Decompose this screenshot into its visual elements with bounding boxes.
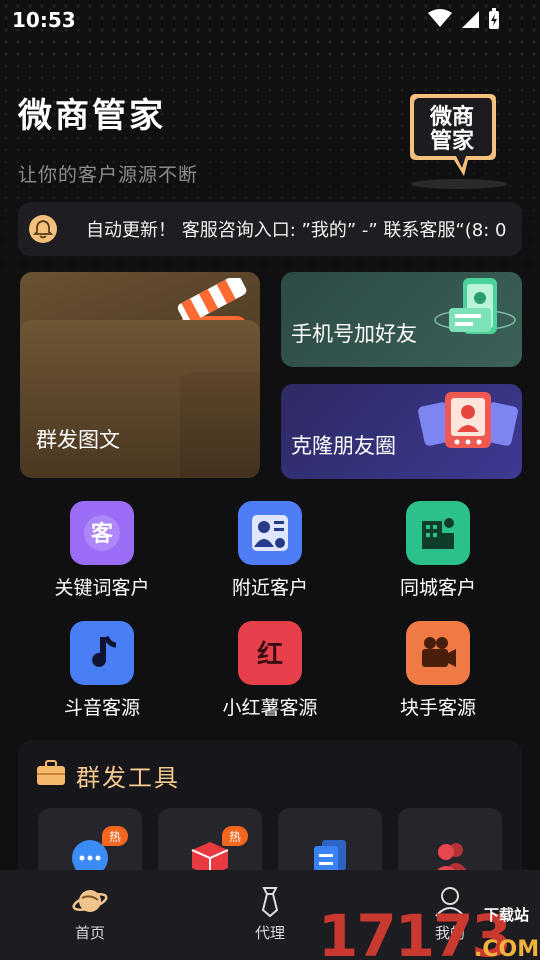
tab-agent[interactable]: 代理: [210, 884, 330, 943]
battery-icon: [489, 8, 499, 29]
feature-douyin-source[interactable]: 斗音客源: [18, 621, 186, 720]
feature-label: 块手客源: [399, 697, 476, 719]
page-subtitle: 让你的客户源源不断: [18, 164, 199, 186]
tab-agent-label: 代理: [254, 924, 285, 942]
page-title: 微商管家: [18, 96, 166, 136]
tie-icon: [261, 887, 279, 918]
group-send-card[interactable]: 群发图文: [20, 272, 260, 478]
feature-nearby-customer[interactable]: 附近客户: [186, 501, 354, 600]
nearby-customer-icon: [238, 501, 302, 565]
watermark-domain: .COM: [474, 937, 539, 960]
tools-title: 群发工具: [76, 764, 180, 792]
wifi-icon: [428, 9, 452, 27]
notice-text: 自动更新！ 客服咨询入口: ”我的” -” 联系客服“(8: 0: [86, 220, 507, 241]
status-bar: 10:53: [0, 0, 540, 38]
logo-text-bottom: 管家: [430, 128, 475, 154]
feature-xiaohongshu-source[interactable]: 红 小红薯客源: [186, 621, 354, 720]
feature-keyword-customer[interactable]: 客 关键词客户: [18, 501, 186, 600]
status-icons: [428, 8, 500, 30]
same-city-icon: [406, 501, 470, 565]
svg-text:客: 客: [91, 521, 114, 547]
clone-moments-label: 克隆朋友圈: [291, 434, 396, 458]
signal-icon: [462, 11, 479, 28]
phone-contact-icon: [434, 278, 516, 334]
feature-label: 附近客户: [231, 577, 308, 599]
camera-icon: [406, 621, 470, 685]
music-note-icon: [70, 621, 134, 685]
site-watermark-logo: 17173 下载站 .COM: [318, 902, 539, 960]
tab-home-label: 首页: [74, 924, 105, 942]
phone-add-friend-card[interactable]: 手机号加好友: [281, 272, 522, 367]
bell-icon: [29, 215, 57, 243]
red-book-icon: 红: [238, 621, 302, 685]
feature-same-city[interactable]: 同城客户: [354, 501, 522, 600]
notice-bar[interactable]: 自动更新！ 客服咨询入口: ”我的” -” 联系客服“(8: 0: [18, 202, 522, 256]
app-logo-icon: 微商 管家: [410, 94, 507, 189]
feature-kuaishou-source[interactable]: 块手客源: [354, 621, 522, 720]
clone-profile-icon: [418, 392, 518, 448]
group-send-label: 群发图文: [36, 428, 120, 452]
feature-label: 小红薯客源: [222, 697, 318, 719]
clone-moments-card[interactable]: 克隆朋友圈: [281, 384, 522, 479]
logo-text-top: 微商: [429, 104, 474, 130]
keyword-customer-icon: 客: [70, 501, 134, 565]
phone-add-label: 手机号加好友: [291, 322, 417, 346]
feature-label: 斗音客源: [63, 697, 140, 719]
feature-label: 同城客户: [399, 577, 476, 599]
feature-label: 关键词客户: [54, 577, 150, 599]
planet-icon: [72, 890, 108, 912]
tab-home[interactable]: 首页: [30, 884, 150, 943]
briefcase-icon: [37, 760, 65, 785]
status-time: 10:53: [12, 8, 76, 32]
watermark-site: 下载站: [484, 906, 529, 924]
svg-text:红: 红: [257, 639, 283, 670]
